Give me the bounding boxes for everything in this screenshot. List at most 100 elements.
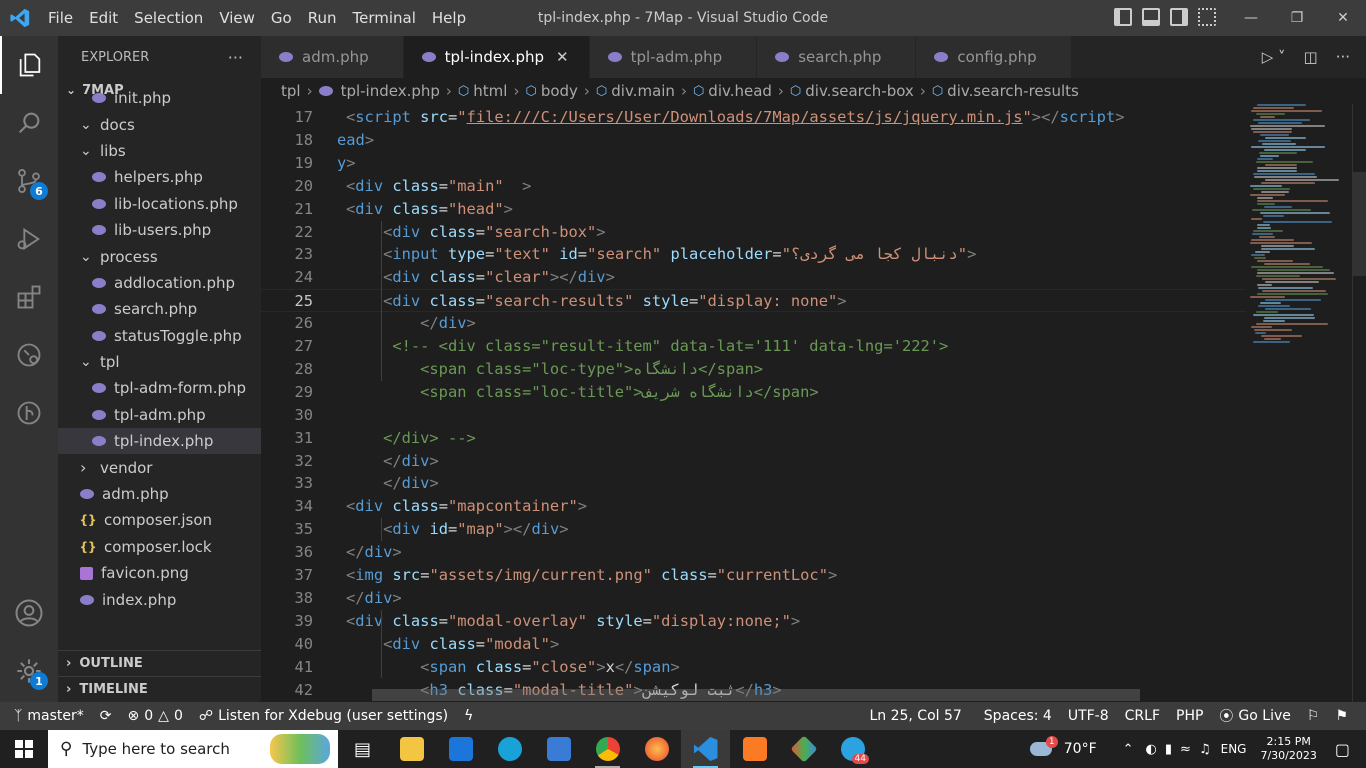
explorer-more-icon[interactable]: ··· — [228, 48, 243, 67]
editor-tab[interactable]: tpl-adm.php — [589, 36, 758, 78]
code-line[interactable]: 25 <div class="search-results" style="di… — [261, 289, 1246, 313]
folder-item[interactable]: ⌄ tpl — [58, 349, 261, 375]
run-debug-icon[interactable] — [0, 210, 58, 268]
code-line[interactable]: 37 <img src="assets/img/current.png" clas… — [261, 564, 1246, 587]
close-window-icon[interactable]: ✕ — [1320, 0, 1366, 36]
code-line[interactable]: 23 <input type="text" id="search" placeh… — [261, 243, 1246, 266]
clock[interactable]: 2:15 PM 7/30/2023 — [1260, 735, 1316, 763]
code-line[interactable]: 17 <script src="file:///C:/Users/User/Dow… — [261, 106, 1246, 129]
code-line[interactable]: 26 </div> — [261, 312, 1246, 335]
code-line[interactable]: 36 </div> — [261, 541, 1246, 564]
git-gui-icon[interactable] — [779, 730, 828, 768]
breadcrumb-item[interactable]: div.search-box — [805, 82, 914, 100]
battery-icon[interactable]: ▮ — [1165, 742, 1172, 757]
code-line[interactable]: 20 <div class="main" > — [261, 175, 1246, 198]
editor-tab[interactable]: adm.php — [261, 36, 404, 78]
file-item[interactable]: tpl-index.php — [58, 428, 261, 455]
more-actions-icon[interactable]: ··· — [1336, 48, 1350, 66]
folder-item[interactable]: › vendor — [58, 454, 261, 480]
encoding[interactable]: UTF-8 — [1060, 708, 1117, 724]
menu-help[interactable]: Help — [424, 0, 474, 36]
vertical-scrollbar[interactable] — [1352, 104, 1366, 702]
go-live-button[interactable]: ⦿ Go Live — [1211, 706, 1298, 726]
code-line[interactable]: 18 ead> — [261, 129, 1246, 152]
file-item[interactable]: statusToggle.php — [58, 323, 261, 349]
minimap[interactable] — [1246, 104, 1352, 702]
folder-item[interactable]: ⌄ docs — [58, 111, 261, 137]
code-line[interactable]: 41 <span class="close">x</span> — [261, 656, 1246, 679]
menu-terminal[interactable]: Terminal — [345, 0, 424, 36]
code-line[interactable]: 30 — [261, 404, 1246, 427]
weather-temp[interactable]: 70°F — [1064, 741, 1097, 757]
split-editor-icon[interactable]: ◫ — [1304, 48, 1318, 66]
toggle-secondary-sidebar-icon[interactable] — [1170, 8, 1188, 26]
windows-start-icon[interactable] — [0, 730, 48, 768]
problems-indicator[interactable]: ⊗ 0 △ 0 — [120, 708, 191, 724]
file-explorer-icon[interactable] — [387, 730, 436, 768]
breadcrumb-item[interactable]: tpl-index.php — [341, 82, 440, 100]
code-line[interactable]: 34 <div class="mapcontainer"> — [261, 495, 1246, 518]
restore-icon[interactable]: ❐ — [1274, 0, 1320, 36]
accounts-icon[interactable] — [0, 584, 58, 642]
code-line[interactable]: 32 </div> — [261, 450, 1246, 473]
chrome-icon[interactable] — [583, 730, 632, 768]
lightning-icon[interactable]: ϟ — [456, 708, 481, 724]
taskbar-search-box[interactable]: ⚲ Type here to search — [48, 730, 338, 768]
close-tab-icon[interactable]: ✕ — [556, 48, 569, 66]
breadcrumb-item[interactable]: div.head — [708, 82, 772, 100]
edge-icon[interactable] — [485, 730, 534, 768]
breadcrumb-item[interactable]: tpl — [281, 82, 301, 100]
source-control-icon[interactable]: 6 — [0, 152, 58, 210]
editor-tab[interactable]: search.php — [757, 36, 917, 78]
file-item[interactable]: index.php — [58, 586, 261, 612]
run-icon[interactable]: ▷ ˅ — [1262, 48, 1286, 66]
xdebug-indicator[interactable]: ☍ Listen for Xdebug (user settings) — [191, 708, 456, 724]
file-item[interactable]: tpl-adm-form.php — [58, 375, 261, 401]
timeline-section[interactable]: › TIMELINE — [58, 676, 261, 702]
file-item[interactable]: adm.php — [58, 481, 261, 507]
settings-gear-icon[interactable]: 1 — [0, 642, 58, 700]
menu-edit[interactable]: Edit — [81, 0, 126, 36]
folder-item[interactable]: ⌄ libs — [58, 138, 261, 164]
code-line[interactable]: 29 <span class="loc-title">دانشگاه شریف<… — [261, 381, 1246, 404]
scrollbar-thumb[interactable] — [1353, 172, 1366, 276]
explorer-icon[interactable] — [0, 36, 58, 94]
file-item[interactable]: {} composer.lock — [58, 534, 261, 560]
breadcrumb-item[interactable]: div.main — [611, 82, 675, 100]
input-language[interactable]: ENG — [1221, 742, 1247, 756]
end-of-line[interactable]: CRLF — [1117, 708, 1168, 724]
file-item[interactable]: helpers.php — [58, 164, 261, 190]
file-item[interactable]: lib-locations.php — [58, 191, 261, 217]
code-line[interactable]: 22 <div class="search-box"> — [261, 221, 1246, 244]
notifications-bell-icon[interactable]: ⚑ — [1327, 708, 1356, 724]
volume-icon[interactable]: ♫ — [1199, 742, 1211, 757]
task-view-icon[interactable]: ▤ — [338, 730, 387, 768]
store-icon[interactable] — [534, 730, 583, 768]
xampp-icon[interactable] — [730, 730, 779, 768]
code-line[interactable]: 38 </div> — [261, 587, 1246, 610]
firefox-icon[interactable] — [632, 730, 681, 768]
wifi-icon[interactable]: ≈ — [1180, 742, 1191, 757]
tray-chevron-up-icon[interactable]: ⌃ — [1123, 742, 1134, 757]
code-line[interactable]: 40 <div class="modal"> — [261, 633, 1246, 656]
code-line[interactable]: 27 <!-- <div class="result-item" data-la… — [261, 335, 1246, 358]
tray-app-icon[interactable]: ◐ — [1146, 742, 1157, 757]
sync-icon[interactable]: ⟳ — [92, 708, 120, 724]
horizontal-scrollbar[interactable] — [372, 689, 1140, 701]
file-item[interactable]: search.php — [58, 296, 261, 322]
breadcrumb-item[interactable]: div.search-results — [947, 82, 1079, 100]
folder-item[interactable]: ⌄ process — [58, 243, 261, 269]
file-item[interactable]: {} composer.json — [58, 507, 261, 533]
branch-indicator[interactable]: ᛉ master* — [0, 708, 92, 724]
code-line[interactable]: 28 <span class="loc-type">دانشگاه</span> — [261, 358, 1246, 381]
notification-center-icon[interactable]: ▢ — [1335, 740, 1350, 759]
code-line[interactable]: 35 <div id="map"></div> — [261, 518, 1246, 541]
menu-selection[interactable]: Selection — [126, 0, 211, 36]
file-item[interactable]: addlocation.php — [58, 270, 261, 296]
cursor-position[interactable]: Ln 25, Col 57 — [861, 708, 969, 724]
file-item[interactable]: tpl-adm.php — [58, 402, 261, 428]
editor-tab[interactable]: tpl-index.php ✕ — [403, 36, 590, 78]
menu-file[interactable]: File — [40, 0, 81, 36]
toggle-panel-icon[interactable] — [1142, 8, 1160, 26]
code-editor[interactable]: 17 <script src="file:///C:/Users/User/Dow… — [261, 106, 1246, 702]
